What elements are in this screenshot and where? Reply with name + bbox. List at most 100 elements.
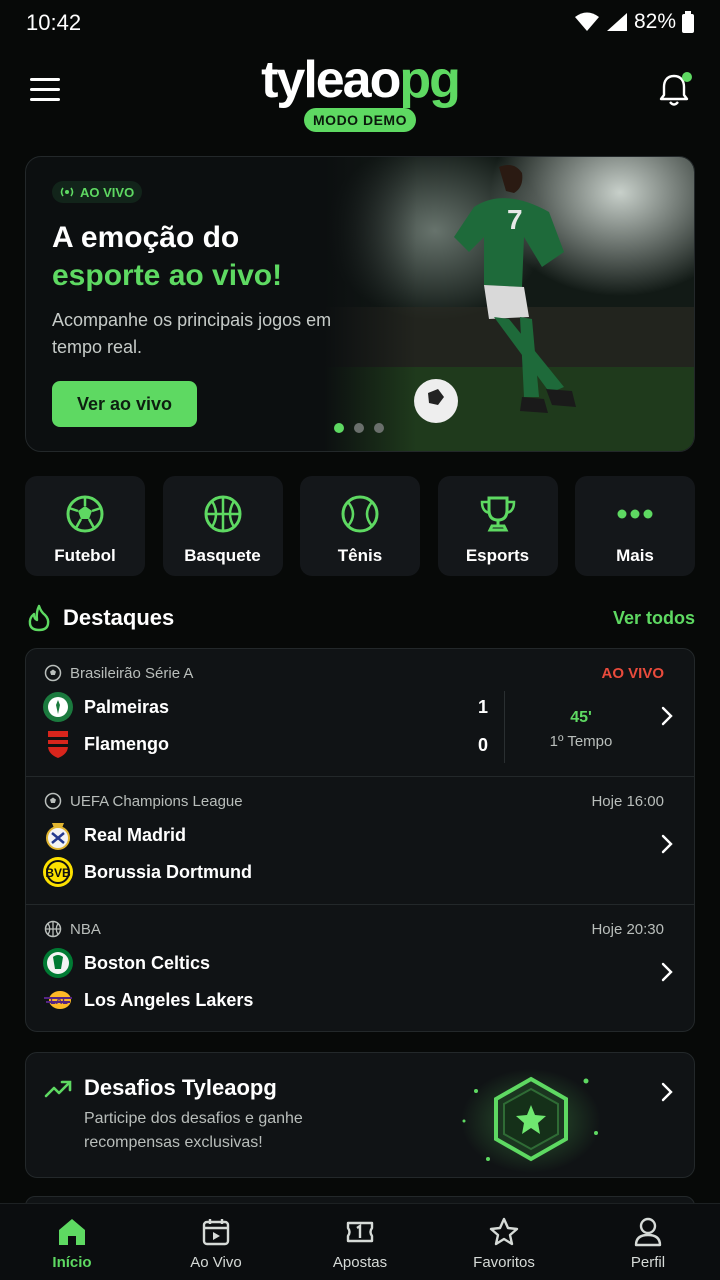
team-name: Boston Celtics [84,952,211,973]
nav-favoritos[interactable]: Favoritos [432,1204,576,1280]
league-info: NBA [44,920,101,938]
hero-subtitle: Acompanhe os principais jogos em tempo r… [52,310,332,357]
palmeiras-crest-icon [43,692,73,722]
nav-label: Ao Vivo [190,1254,242,1271]
watch-live-button[interactable]: Ver ao vivo [52,381,197,427]
basketball-icon [44,920,62,938]
more-dots-icon [617,509,653,519]
league-name: NBA [70,920,101,938]
nav-ao-vivo[interactable]: Ao Vivo [144,1204,288,1280]
nav-label: Perfil [630,1254,666,1271]
category-basquete[interactable]: Basquete [162,476,283,576]
see-all-link[interactable]: Ver todos [613,608,695,629]
away-team: LAL Los Angeles Lakers [42,984,253,1016]
dortmund-crest-icon: BVB [43,857,73,887]
nav-label: Apostas [332,1254,388,1271]
signal-icon [606,13,627,31]
home-team: Palmeiras [42,691,169,723]
home-icon [59,1219,85,1245]
flame-icon [28,604,50,632]
category-esports[interactable]: Esports [437,476,558,576]
team-name: Borussia Dortmund [84,861,253,882]
basketball-icon [204,495,241,533]
match-row[interactable]: UEFA Champions League Hoje 16:00 Real Ma… [26,777,694,905]
team-name: Palmeiras [84,696,170,717]
category-label: Futebol [54,546,116,565]
home-score: 1 [477,697,488,717]
battery-icon [682,11,694,33]
bottom-navigation: Início Ao Vivo Apostas Favoritos Perfil [0,1203,720,1280]
svg-text:BVB: BVB [45,866,71,880]
status-indicators: 82% [574,10,694,34]
soccer-ball-icon [66,495,104,533]
app-header: tyleaopg MODO DEMO [0,50,720,140]
chevron-right-icon[interactable] [660,1081,674,1103]
ticket-icon [346,1221,374,1243]
real-madrid-crest-icon [46,823,70,850]
match-row[interactable]: Brasileirão Série A AO VIVO Palmeiras Fl… [26,649,694,777]
broadcast-icon [60,187,74,197]
nav-apostas[interactable]: Apostas [288,1204,432,1280]
notifications-button[interactable] [658,72,692,108]
away-team: BVB Borussia Dortmund [42,856,252,888]
category-mais[interactable]: Mais [575,476,695,576]
home-team: Real Madrid [42,819,186,851]
star-badge-icon [461,1069,601,1173]
battery-percent: 82% [633,10,676,33]
carousel-dot[interactable] [334,423,344,433]
nav-label: Favoritos [473,1254,535,1271]
league-name: UEFA Champions League [70,792,243,810]
user-icon [634,1217,662,1247]
soccer-ball-icon [44,792,62,810]
nav-inicio[interactable]: Início [0,1204,144,1280]
star-icon [489,1217,519,1246]
chevron-right-icon[interactable] [660,833,674,855]
app-logo: tyleaopg [261,51,461,109]
away-score: 0 [477,735,488,755]
section-title: Destaques [63,605,175,630]
soccer-ball-icon [44,664,62,682]
match-time: Hoje 16:00 [591,793,664,810]
notification-dot [682,72,692,82]
lakers-logo-icon: LAL [44,991,72,1009]
carousel-dot[interactable] [374,423,384,433]
category-label: Tênis [337,546,383,565]
live-tag: AO VIVO [52,181,143,203]
chevron-right-icon[interactable] [660,705,674,727]
category-futebol[interactable]: Futebol [25,476,145,576]
category-tenis[interactable]: Tênis [300,476,420,576]
match-minute: 45' [570,709,592,726]
category-label: Mais [616,546,654,565]
challenges-card[interactable]: Desafios Tyleaopg Participe dos desafios… [25,1052,695,1178]
challenges-description: Participe dos desafios e ganhe recompens… [84,1110,303,1151]
tennis-ball-icon [341,495,379,533]
nav-perfil[interactable]: Perfil [576,1204,720,1280]
challenges-title: Desafios Tyleaopg [84,1075,277,1100]
live-tag-label: AO VIVO [80,184,135,200]
svg-text:LAL: LAL [50,996,68,1006]
demo-mode-badge: MODO DEMO [304,108,416,132]
highlights-header: Destaques Ver todos [25,600,695,636]
match-period: 1º Tempo [549,733,613,750]
league-info: Brasileirão Série A [44,664,193,682]
team-name: Flamengo [84,733,170,754]
hero-title: A emoção do esporte ao vivo! [52,221,283,292]
category-label: Basquete [184,546,261,565]
home-team: Boston Celtics [42,947,210,979]
league-name: Brasileirão Série A [70,664,194,682]
hero-banner[interactable]: 7 AO VIVO A emoção do esporte ao vivo! A… [25,156,695,452]
match-row[interactable]: NBA Hoje 20:30 Boston Celtics LAL Los An… [26,905,694,1031]
carousel-dots [334,423,384,433]
team-name: Real Madrid [84,824,187,845]
calendar-icon [202,1219,230,1246]
divider [504,691,505,763]
matches-list: Brasileirão Série A AO VIVO Palmeiras Fl… [25,648,695,1032]
chevron-right-icon[interactable] [660,961,674,983]
nav-label: Início [52,1254,92,1271]
wifi-icon [574,12,599,31]
trophy-icon [480,496,515,532]
soccer-player-image: 7 [324,157,694,451]
carousel-dot[interactable] [354,423,364,433]
flamengo-crest-icon [48,731,68,758]
league-info: UEFA Champions League [44,792,243,810]
